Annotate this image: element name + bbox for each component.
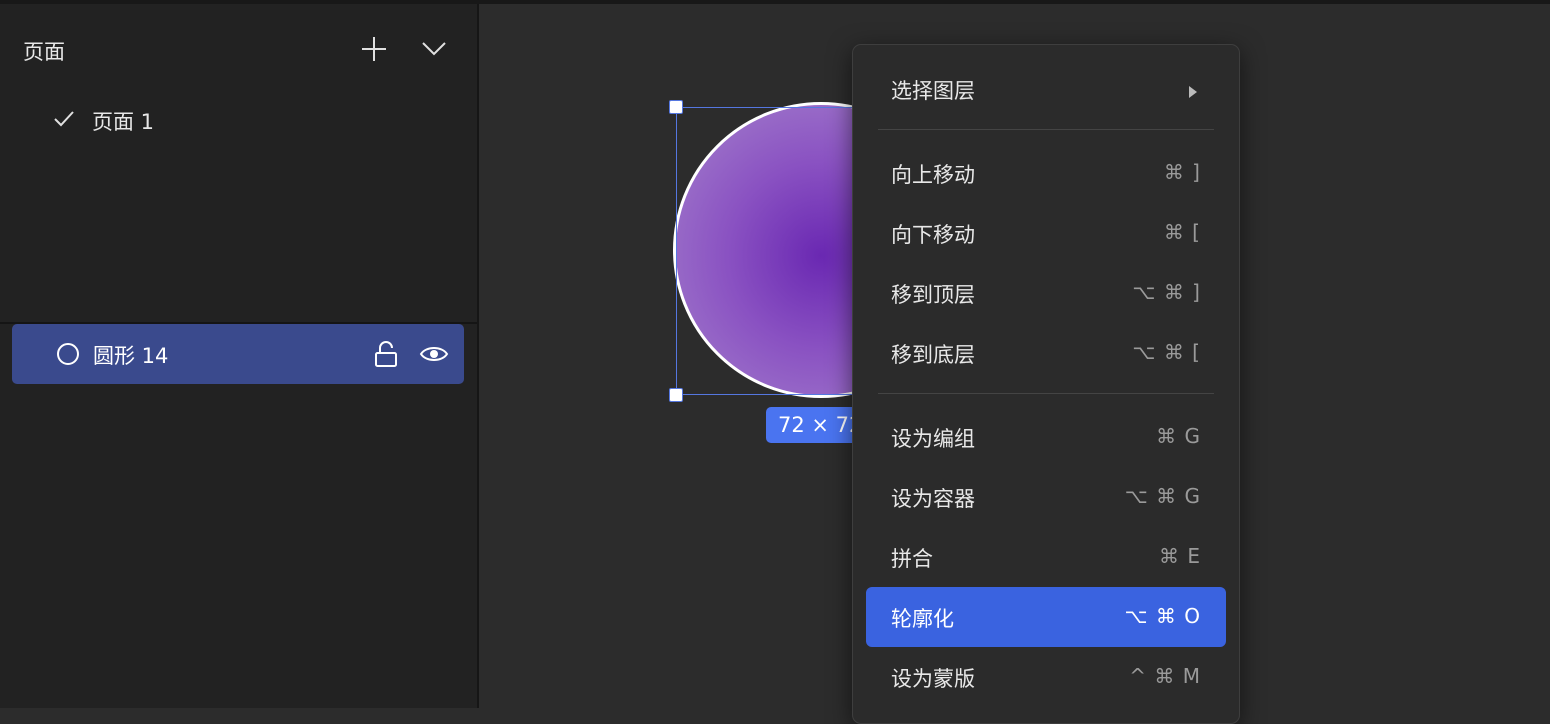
shortcut: ⌥ ⌘ [ xyxy=(1132,340,1201,364)
layer-row[interactable]: 圆形 14 xyxy=(12,324,464,384)
check-icon xyxy=(52,107,76,135)
left-sidebar: 页面 页面 1 圆形 14 xyxy=(0,4,479,708)
menu-item-move-up[interactable]: 向上移动 ⌘ ] xyxy=(866,143,1226,203)
layer-label: 圆形 14 xyxy=(93,344,169,368)
menu-item-outline[interactable]: 轮廓化 ⌥ ⌘ O xyxy=(866,587,1226,647)
shortcut: ^ ⌘ M xyxy=(1129,664,1201,688)
shortcut: ⌥ ⌘ ] xyxy=(1132,280,1201,304)
menu-item-group[interactable]: 设为编组 ⌘ G xyxy=(866,407,1226,467)
shortcut: ⌥ ⌘ G xyxy=(1124,484,1201,508)
menu-separator xyxy=(878,393,1214,394)
menu-item-select-layer[interactable]: 选择图层 xyxy=(866,59,1226,119)
submenu-arrow-icon xyxy=(1188,83,1198,102)
resize-handle-bottom-left[interactable] xyxy=(669,388,683,402)
shortcut: ⌥ ⌘ O xyxy=(1124,604,1201,628)
page-item[interactable]: 页面 1 xyxy=(52,104,154,138)
unlock-icon[interactable] xyxy=(372,340,400,372)
menu-item-move-down[interactable]: 向下移动 ⌘ [ xyxy=(866,203,1226,263)
pages-title: 页面 xyxy=(23,40,65,64)
context-menu: 选择图层 向上移动 ⌘ ] 向下移动 ⌘ [ 移到顶层 ⌥ ⌘ ] 移到底层 ⌥… xyxy=(852,44,1240,724)
menu-item-mask[interactable]: 设为蒙版 ^ ⌘ M xyxy=(866,647,1226,707)
resize-handle-top-left[interactable] xyxy=(669,100,683,114)
plus-icon[interactable] xyxy=(357,32,391,66)
ellipse-layer-icon xyxy=(56,342,80,370)
menu-item-send-to-back[interactable]: 移到底层 ⌥ ⌘ [ xyxy=(866,323,1226,383)
menu-item-bring-to-front[interactable]: 移到顶层 ⌥ ⌘ ] xyxy=(866,263,1226,323)
menu-item-container[interactable]: 设为容器 ⌥ ⌘ G xyxy=(866,467,1226,527)
shortcut: ⌘ [ xyxy=(1163,220,1201,244)
shortcut: ⌘ E xyxy=(1159,544,1201,568)
page-item-label: 页面 1 xyxy=(92,110,155,134)
menu-separator xyxy=(878,129,1214,130)
menu-item-flatten[interactable]: 拼合 ⌘ E xyxy=(866,527,1226,587)
eye-icon[interactable] xyxy=(419,340,449,372)
shortcut: ⌘ G xyxy=(1156,424,1201,448)
chevron-down-icon[interactable] xyxy=(417,32,451,66)
shortcut: ⌘ ] xyxy=(1163,160,1201,184)
